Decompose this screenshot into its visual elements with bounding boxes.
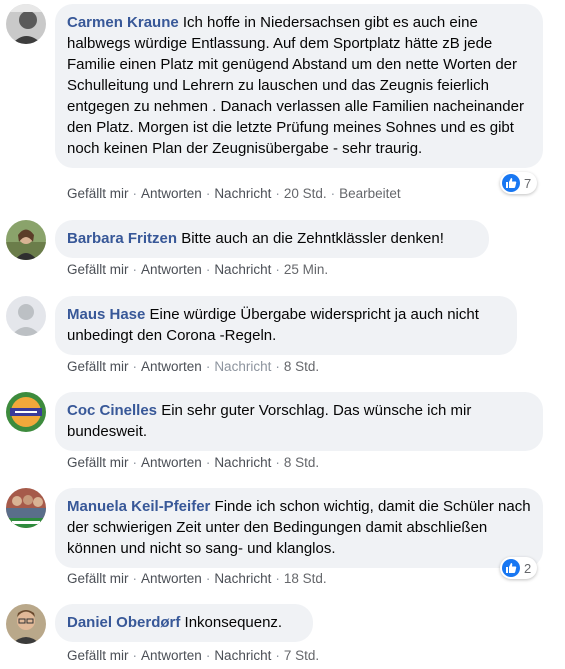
timestamp[interactable]: 25 Min. — [284, 262, 328, 277]
like-link[interactable]: Gefällt mir — [67, 186, 129, 201]
comment-bubble: Coc Cinelles Ein sehr guter Vorschlag. D… — [55, 392, 543, 451]
like-link[interactable]: Gefällt mir — [67, 648, 129, 663]
avatar[interactable] — [6, 220, 46, 260]
avatar[interactable] — [6, 392, 46, 432]
thumbs-up-icon — [502, 174, 520, 192]
message-link[interactable]: Nachricht — [214, 648, 271, 663]
reply-link[interactable]: Antworten — [141, 186, 202, 201]
avatar[interactable] — [6, 296, 46, 336]
reaction-count[interactable]: 2 — [500, 557, 538, 579]
comment-text: Bitte auch an die Zehntklässler denken! — [177, 230, 444, 247]
reply-link[interactable]: Antworten — [141, 359, 202, 374]
avatar[interactable] — [6, 604, 46, 644]
comment-author[interactable]: Manuela Keil-Pfeifer — [67, 498, 210, 515]
message-link[interactable]: Nachricht — [214, 262, 271, 277]
avatar[interactable] — [6, 488, 46, 528]
reaction-number: 2 — [524, 560, 532, 576]
comment-text: Ich hoffe in Niedersachsen gibt es auch … — [67, 14, 524, 157]
comment-actions: Gefällt mir · Antworten · Nachricht · 25 Min. — [67, 262, 329, 277]
comment-actions: Gefällt mir · Antworten · Nachricht · 8 Std. — [67, 359, 320, 374]
reply-link[interactable]: Antworten — [141, 262, 202, 277]
like-link[interactable]: Gefällt mir — [67, 262, 129, 277]
reaction-count[interactable]: 7 — [500, 172, 538, 194]
avatar[interactable] — [6, 4, 46, 44]
comment-author[interactable]: Coc Cinelles — [67, 402, 157, 419]
comment-bubble: Carmen Kraune Ich hoffe in Niedersachsen… — [55, 4, 543, 168]
comment-author[interactable]: Daniel Oberdørf — [67, 614, 180, 631]
like-link[interactable]: Gefällt mir — [67, 455, 129, 470]
message-link[interactable]: Nachricht — [214, 359, 271, 374]
reply-link[interactable]: Antworten — [141, 571, 202, 586]
comment-actions: Gefällt mir · Antworten · Nachricht · 20 Std. ·… — [67, 186, 401, 201]
comment-actions: Gefällt mir · Antworten · Nachricht · 8 Std. — [67, 455, 320, 470]
edited-label[interactable]: Bearbeitet — [339, 186, 401, 201]
timestamp[interactable]: 8 Std. — [284, 455, 319, 470]
reply-link[interactable]: Antworten — [141, 648, 202, 663]
comment-text: Inkonsequenz. — [180, 614, 283, 631]
timestamp[interactable]: 7 Std. — [284, 648, 319, 663]
timestamp[interactable]: 8 Std. — [284, 359, 319, 374]
comment-author[interactable]: Carmen Kraune — [67, 14, 179, 31]
message-link[interactable]: Nachricht — [214, 455, 271, 470]
reply-link[interactable]: Antworten — [141, 455, 202, 470]
comment-bubble: Manuela Keil-Pfeifer Finde ich schon wic… — [55, 488, 543, 568]
timestamp[interactable]: 20 Std. — [284, 186, 327, 201]
like-link[interactable]: Gefällt mir — [67, 359, 129, 374]
comment-actions: Gefällt mir · Antworten · Nachricht · 7 Std. — [67, 648, 320, 663]
comment-bubble: Barbara Fritzen Bitte auch an die Zehntk… — [55, 220, 489, 258]
message-link[interactable]: Nachricht — [214, 186, 271, 201]
comment-bubble: Maus Hase Eine würdige Übergabe widerspr… — [55, 296, 517, 355]
comment-actions: Gefällt mir · Antworten · Nachricht · 18 Std. — [67, 571, 327, 586]
comment-author[interactable]: Maus Hase — [67, 306, 145, 323]
thumbs-up-icon — [502, 559, 520, 577]
comment-bubble: Daniel Oberdørf Inkonsequenz. — [55, 604, 313, 642]
timestamp[interactable]: 18 Std. — [284, 571, 327, 586]
comment-author[interactable]: Barbara Fritzen — [67, 230, 177, 247]
like-link[interactable]: Gefällt mir — [67, 571, 129, 586]
message-link[interactable]: Nachricht — [214, 571, 271, 586]
reaction-number: 7 — [524, 175, 532, 191]
